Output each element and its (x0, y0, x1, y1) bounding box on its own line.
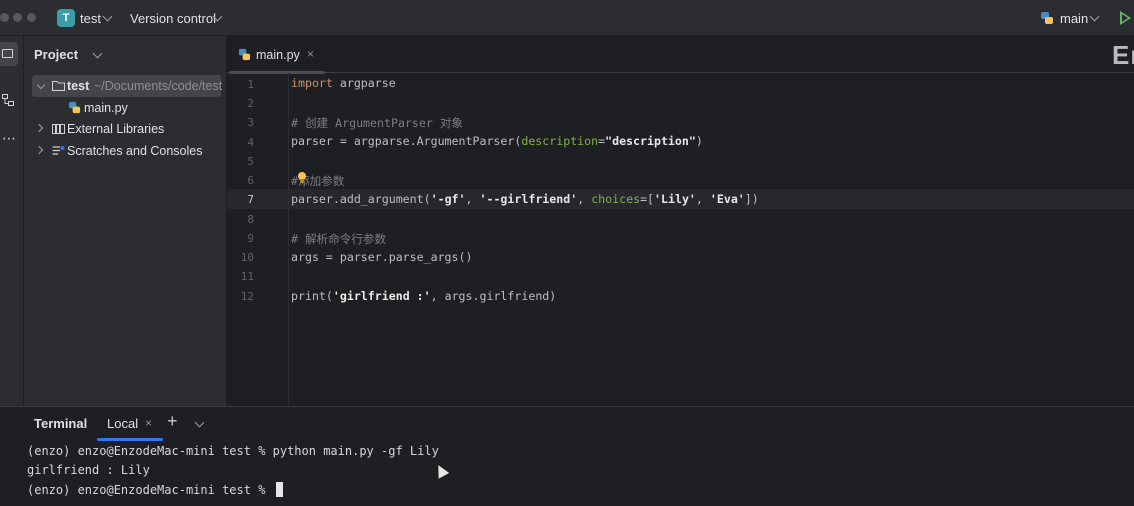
code-token: =[ (640, 192, 655, 206)
tree-item-label: main.py (84, 101, 128, 115)
code-line-1[interactable]: import argparse (291, 76, 396, 90)
line-number: 3 (247, 116, 254, 129)
line-number: 2 (247, 97, 254, 110)
code-token: import (291, 76, 333, 90)
project-panel: Project test ~/Documents/code/test main.… (24, 36, 227, 406)
chevron-down-icon (102, 11, 113, 22)
code-line-9[interactable]: # 解析命令行参数 (291, 231, 386, 247)
line-number: 8 (247, 213, 254, 226)
code-token: 'girlfriend :' (332, 289, 431, 303)
line-number: 6 (247, 174, 254, 187)
project-name: test (80, 11, 101, 26)
line-number: 5 (247, 155, 254, 168)
tree-item-main-py[interactable]: main.py (32, 97, 221, 119)
project-panel-title: Project (34, 47, 79, 62)
tree-item-scratches[interactable]: Scratches and Consoles (32, 140, 221, 162)
folder-icon (2, 49, 13, 58)
code-line-10[interactable]: args = parser.parse_args() (291, 250, 472, 264)
project-panel-header[interactable]: Project (34, 47, 103, 62)
editor-tab-bar: main.py × Er (227, 36, 1134, 74)
code-token: ]) (744, 192, 759, 206)
tree-item-label: test (67, 79, 90, 93)
tree-item-test[interactable]: test ~/Documents/code/test (32, 75, 223, 97)
line-number: 9 (247, 232, 254, 245)
branch-name: main (1060, 11, 1089, 26)
project-badge-icon: T (57, 9, 75, 27)
chevron-down-icon[interactable] (36, 80, 46, 90)
tree-item-label: Scratches and Consoles (67, 144, 203, 158)
chevron-down-icon[interactable] (194, 417, 205, 428)
code-token: "description" (605, 134, 696, 148)
library-icon (52, 124, 65, 134)
chevron-down-icon (92, 48, 103, 59)
code-token: # (291, 174, 298, 188)
tab-label: main.py (256, 48, 300, 62)
code-token: ) (695, 134, 703, 148)
python-file-icon (68, 101, 81, 114)
line-number: 10 (240, 251, 254, 264)
code-line-3[interactable]: # 创建 ArgumentParser 对象 (291, 115, 463, 131)
code-line-12[interactable]: print('girlfriend :', args.girlfriend) (291, 289, 556, 303)
code-token: '-gf' (430, 192, 466, 206)
tool-window-strip: ⋯ (0, 36, 24, 406)
active-tab-indicator (97, 438, 163, 441)
terminal-line: girlfriend : Lily (27, 463, 150, 477)
code-token: , args.girlfriend) (430, 289, 557, 303)
tree-item-label: External Libraries (67, 122, 165, 136)
code-token: , (695, 192, 710, 206)
folder-icon (52, 81, 65, 91)
close-icon[interactable]: × (145, 416, 152, 430)
chevron-right-icon[interactable] (34, 145, 44, 155)
terminal-panel: Terminal Local × + (enzo) enzo@EnzodeMac… (0, 406, 1134, 506)
version-control-label: Version control (130, 11, 216, 26)
terminal-tab-local[interactable]: Local (107, 416, 138, 431)
line-number: 4 (247, 136, 254, 149)
code-token: description (521, 134, 599, 148)
lightbulb-icon[interactable] (298, 172, 306, 183)
code-line-4[interactable]: parser = argparse.ArgumentParser(descrip… (291, 134, 703, 148)
code-token: , (577, 192, 592, 206)
overlay-text-fragment: Er (1112, 40, 1134, 70)
code-token: choices (591, 192, 641, 206)
text-cursor (275, 482, 283, 497)
code-token: 'Eva' (709, 192, 745, 206)
more-tools-icon[interactable]: ⋯ (2, 130, 17, 147)
code-token: , (465, 192, 480, 206)
terminal-prompt-line[interactable]: (enzo) enzo@EnzodeMac-mini test % (27, 482, 283, 497)
window-close-button[interactable] (0, 13, 9, 22)
python-file-icon (238, 48, 251, 61)
tree-item-path: ~/Documents/code/test (94, 79, 223, 93)
code-token: 'Lily' (654, 192, 696, 206)
line-number: 12 (240, 290, 254, 303)
window-zoom-button[interactable] (27, 13, 36, 22)
run-icon[interactable] (1120, 11, 1131, 25)
line-number: 11 (240, 270, 254, 283)
window-minimize-button[interactable] (13, 13, 22, 22)
code-token: argparse (332, 76, 396, 90)
tab-main-py[interactable]: main.py × (227, 36, 325, 74)
project-tool-button[interactable] (0, 42, 18, 66)
code-token: '--girlfriend' (479, 192, 578, 206)
code-token: parser.add_argument( (291, 192, 431, 206)
code-token: print( (291, 289, 333, 303)
close-icon[interactable]: × (307, 47, 314, 61)
title-bar: T test Version control main (0, 0, 1134, 36)
line-number-gutter: 1 2 3 4 5 6 7 8 9 10 11 12 (227, 73, 289, 406)
structure-icon[interactable] (2, 94, 14, 106)
terminal-prompt: (enzo) enzo@EnzodeMac-mini test % (27, 483, 273, 497)
chevron-right-icon[interactable] (34, 123, 44, 133)
python-icon (1041, 12, 1053, 24)
line-number-current: 7 (247, 193, 254, 206)
chevron-down-icon (1089, 11, 1100, 22)
editor-pane: main.py × Er 1 2 3 4 5 6 7 8 9 10 11 12 … (227, 36, 1134, 406)
line-number: 1 (247, 78, 254, 91)
code-line-7[interactable]: parser.add_argument('-gf', '--girlfriend… (291, 192, 759, 206)
terminal-line: (enzo) enzo@EnzodeMac-mini test % python… (27, 444, 439, 458)
terminal-title: Terminal (34, 416, 88, 431)
scratches-icon (52, 146, 65, 155)
code-token: parser = argparse.ArgumentParser( (291, 134, 522, 148)
tree-item-external-libraries[interactable]: External Libraries (32, 118, 221, 140)
add-terminal-icon[interactable]: + (167, 411, 178, 432)
